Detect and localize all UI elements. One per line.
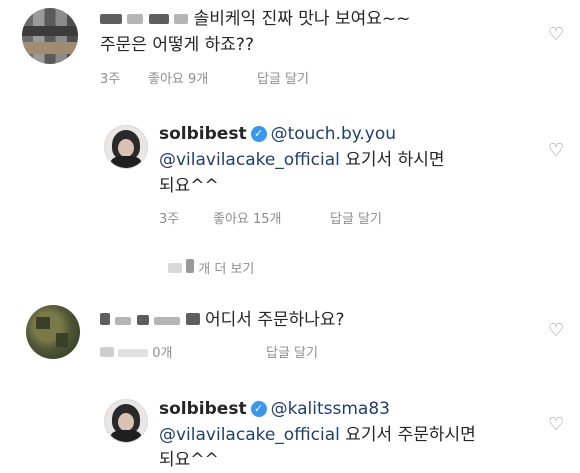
reply-time: 3주 [159,212,180,227]
comment-text-line2: 주문은 어떻게 하죠?? [100,35,254,55]
comment-likes[interactable]: 0개 [100,342,173,361]
comment-text: 어디서 주문하나요? [100,307,345,333]
heart-outline-icon[interactable]: ♡ [548,414,564,435]
reply-username[interactable]: solbibest [159,124,247,144]
reply-button[interactable]: 답글 달기 [330,208,382,227]
comment-text-line1: 어디서 주문하나요? [205,310,345,330]
reply-mention-official[interactable]: @vilavilacake_official [159,425,340,445]
reply-mention[interactable]: @kalitssma83 [271,399,390,419]
owner-avatar[interactable] [104,125,148,169]
reply-mention[interactable]: @touch.by.you [271,124,396,144]
reply-button[interactable]: 답글 달기 [266,342,318,361]
reply-text-line1: solbibest ✓ @kalitssma83 [159,396,390,422]
reply-text-line2: @vilavilacake_official 요기서 주문하시면 [159,422,476,448]
heart-outline-icon[interactable]: ♡ [548,24,564,45]
view-more-replies[interactable]: 개 더 보기 [168,258,254,277]
reply-likes[interactable]: 좋아요 15개 [213,208,282,227]
commenter-avatar[interactable] [22,8,78,64]
reply-text-line1: solbibest ✓ @touch.by.you [159,121,396,147]
view-more-label: 개 더 보기 [198,262,255,277]
owner-avatar[interactable] [104,399,148,443]
heart-outline-icon[interactable]: ♡ [548,140,564,161]
reply-text-line3: 되요^^ [159,176,219,196]
reply-text-line2: @vilavilacake_official 요기서 하시면 [159,147,445,173]
comment-likes[interactable]: 좋아요 9개 [148,68,208,87]
reply-mention-official[interactable]: @vilavilacake_official [159,150,340,170]
reply-text: 요기서 하시면 [339,150,445,170]
reply-button[interactable]: 답글 달기 [257,68,309,87]
comment-likes-count: 0개 [152,346,173,361]
comment-time: 3주 [100,72,121,87]
reply-text: 요기서 주문하시면 [339,425,476,445]
heart-outline-icon[interactable]: ♡ [548,320,564,341]
reply-text-line3: 되요^^ [159,450,219,470]
commenter-avatar[interactable] [26,305,80,359]
reply-username[interactable]: solbibest [159,399,247,419]
comment-text-line1: 솔비케익 진짜 맛나 보여요~~ [193,9,411,29]
verified-badge-icon: ✓ [250,401,267,417]
verified-badge-icon: ✓ [250,126,267,142]
comment-text: 솔비케익 진짜 맛나 보여요~~ [100,6,410,32]
